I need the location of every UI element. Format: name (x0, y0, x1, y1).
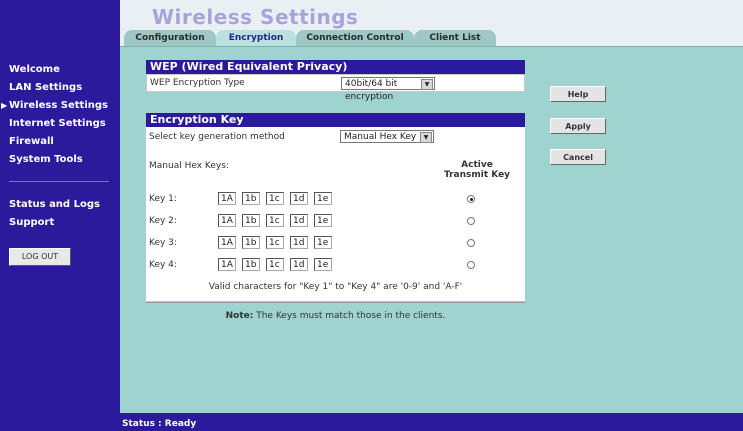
key-2-active-radio[interactable] (467, 217, 475, 225)
key-method-value: Manual Hex Key (344, 132, 417, 142)
key-method-label: Select key generation method (149, 132, 285, 142)
key-2-byte-3[interactable]: 1c (266, 214, 284, 227)
cancel-button[interactable]: Cancel (550, 149, 606, 165)
nav-item-status-and-logs[interactable]: Status and Logs (9, 199, 100, 210)
note-label: Note: (225, 311, 254, 321)
nav-divider (9, 181, 109, 182)
key-3-byte-5[interactable]: 1e (314, 236, 332, 249)
note-line: Note: The Keys must match those in the c… (146, 311, 525, 321)
chevron-down-icon: ▼ (420, 132, 432, 143)
key-method-select[interactable]: Manual Hex Key ▼ (340, 130, 434, 143)
key-3-byte-3[interactable]: 1c (266, 236, 284, 249)
nav-current-marker-icon: ▶ (1, 101, 8, 110)
wep-section-heading: WEP (Wired Equivalent Privacy) (146, 60, 525, 74)
wep-type-select[interactable]: 40bit/64 bit encryption ▼ (341, 77, 435, 102)
key-3-byte-1[interactable]: 1A (218, 236, 236, 249)
wep-type-row: WEP Encryption Type 40bit/64 bit encrypt… (146, 74, 525, 102)
wep-type-value: 40bit/64 bit encryption (345, 79, 398, 102)
key-2-label: Key 2: (149, 216, 177, 226)
logout-button[interactable]: LOG OUT (9, 248, 71, 266)
key-2-byte-4[interactable]: 1d (290, 214, 308, 227)
key-3-active-radio[interactable] (467, 239, 475, 247)
key-4-byte-2[interactable]: 1b (242, 258, 260, 271)
key-1-active-radio[interactable] (467, 195, 475, 203)
encryption-key-panel: Select key generation method Manual Hex … (146, 127, 525, 301)
tab-connection-control[interactable]: Connection Control (296, 30, 414, 47)
key-4-byte-1[interactable]: 1A (218, 258, 236, 271)
key-4-active-radio[interactable] (467, 261, 475, 269)
key-1-byte-3[interactable]: 1c (266, 192, 284, 205)
status-bar (120, 413, 743, 431)
wep-type-label: WEP Encryption Type (150, 78, 245, 88)
key-2-byte-5[interactable]: 1e (314, 214, 332, 227)
key-3-byte-4[interactable]: 1d (290, 236, 308, 249)
nav-item-welcome[interactable]: Welcome (9, 64, 60, 75)
key-1-byte-1[interactable]: 1A (218, 192, 236, 205)
manual-hex-keys-label: Manual Hex Keys: (149, 161, 229, 171)
apply-button[interactable]: Apply (550, 118, 606, 134)
nav-item-system-tools[interactable]: System Tools (9, 154, 83, 165)
active-header-line1: Active (461, 160, 493, 170)
key-3-label: Key 3: (149, 238, 177, 248)
nav-item-support[interactable]: Support (9, 217, 54, 228)
help-button[interactable]: Help (550, 86, 606, 102)
key-1-byte-5[interactable]: 1e (314, 192, 332, 205)
status-text: Status : Ready (122, 419, 197, 429)
key-2-byte-1[interactable]: 1A (218, 214, 236, 227)
tab-encryption[interactable]: Encryption (216, 30, 296, 47)
nav-item-internet-settings[interactable]: Internet Settings (9, 118, 106, 129)
key-2-byte-2[interactable]: 1b (242, 214, 260, 227)
tab-configuration[interactable]: Configuration (124, 30, 216, 47)
encryption-key-heading: Encryption Key (146, 113, 525, 127)
key-4-label: Key 4: (149, 260, 177, 270)
key-4-byte-4[interactable]: 1d (290, 258, 308, 271)
nav-item-wireless-settings[interactable]: Wireless Settings (9, 100, 108, 111)
chevron-down-icon: ▼ (421, 79, 433, 90)
page-title: Wireless Settings (152, 5, 359, 29)
key-1-label: Key 1: (149, 194, 177, 204)
section-divider (146, 302, 525, 303)
tab-client-list[interactable]: Client List (414, 30, 496, 47)
key-4-byte-5[interactable]: 1e (314, 258, 332, 271)
nav-item-firewall[interactable]: Firewall (9, 136, 54, 147)
key-1-byte-2[interactable]: 1b (242, 192, 260, 205)
left-nav-header-block (0, 0, 120, 50)
valid-characters-hint: Valid characters for "Key 1" to "Key 4" … (208, 282, 463, 292)
key-1-byte-4[interactable]: 1d (290, 192, 308, 205)
tab-underline (120, 46, 743, 47)
active-header-line2: Transmit Key (443, 170, 511, 180)
key-3-byte-2[interactable]: 1b (242, 236, 260, 249)
note-text: The Keys must match those in the clients… (256, 311, 446, 321)
nav-item-lan-settings[interactable]: LAN Settings (9, 82, 82, 93)
key-4-byte-3[interactable]: 1c (266, 258, 284, 271)
